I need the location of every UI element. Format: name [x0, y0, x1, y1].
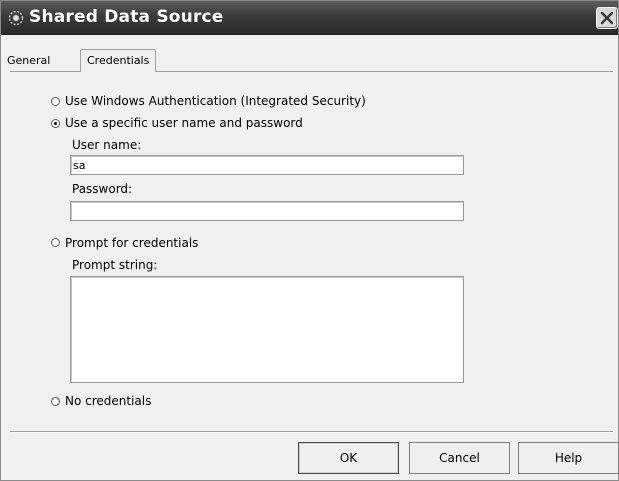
- title-bar[interactable]: Shared Data Source: [1, 1, 618, 35]
- cancel-button[interactable]: Cancel: [409, 442, 510, 474]
- close-button[interactable]: [596, 7, 618, 29]
- data-source-icon: [7, 9, 25, 27]
- password-label: Password:: [72, 182, 133, 196]
- prompt-credentials-radio[interactable]: [51, 238, 60, 247]
- dialog-title: Shared Data Source: [29, 7, 224, 27]
- prompt-string-textarea[interactable]: [70, 276, 464, 383]
- tab-general[interactable]: General: [2, 51, 55, 71]
- password-input[interactable]: [70, 201, 464, 221]
- close-icon: [600, 11, 614, 25]
- specific-user-label[interactable]: Use a specific user name and password: [65, 115, 303, 131]
- tab-strip: General Credentials: [1, 49, 618, 72]
- prompt-string-label: Prompt string:: [72, 258, 158, 272]
- ok-button[interactable]: OK: [298, 442, 399, 474]
- help-button[interactable]: Help: [518, 442, 619, 474]
- user-name-label: User name:: [72, 138, 142, 152]
- user-name-input[interactable]: [70, 155, 464, 175]
- windows-auth-label[interactable]: Use Windows Authentication (Integrated S…: [65, 93, 366, 109]
- tab-credentials[interactable]: Credentials: [80, 49, 157, 72]
- prompt-credentials-label[interactable]: Prompt for credentials: [65, 235, 198, 251]
- button-separator: [10, 431, 613, 433]
- specific-user-radio[interactable]: [51, 119, 60, 128]
- shared-data-source-dialog: Shared Data Source General Credentials U…: [0, 0, 619, 481]
- no-credentials-label[interactable]: No credentials: [65, 393, 151, 409]
- windows-auth-radio[interactable]: [51, 97, 60, 106]
- no-credentials-radio[interactable]: [51, 397, 60, 406]
